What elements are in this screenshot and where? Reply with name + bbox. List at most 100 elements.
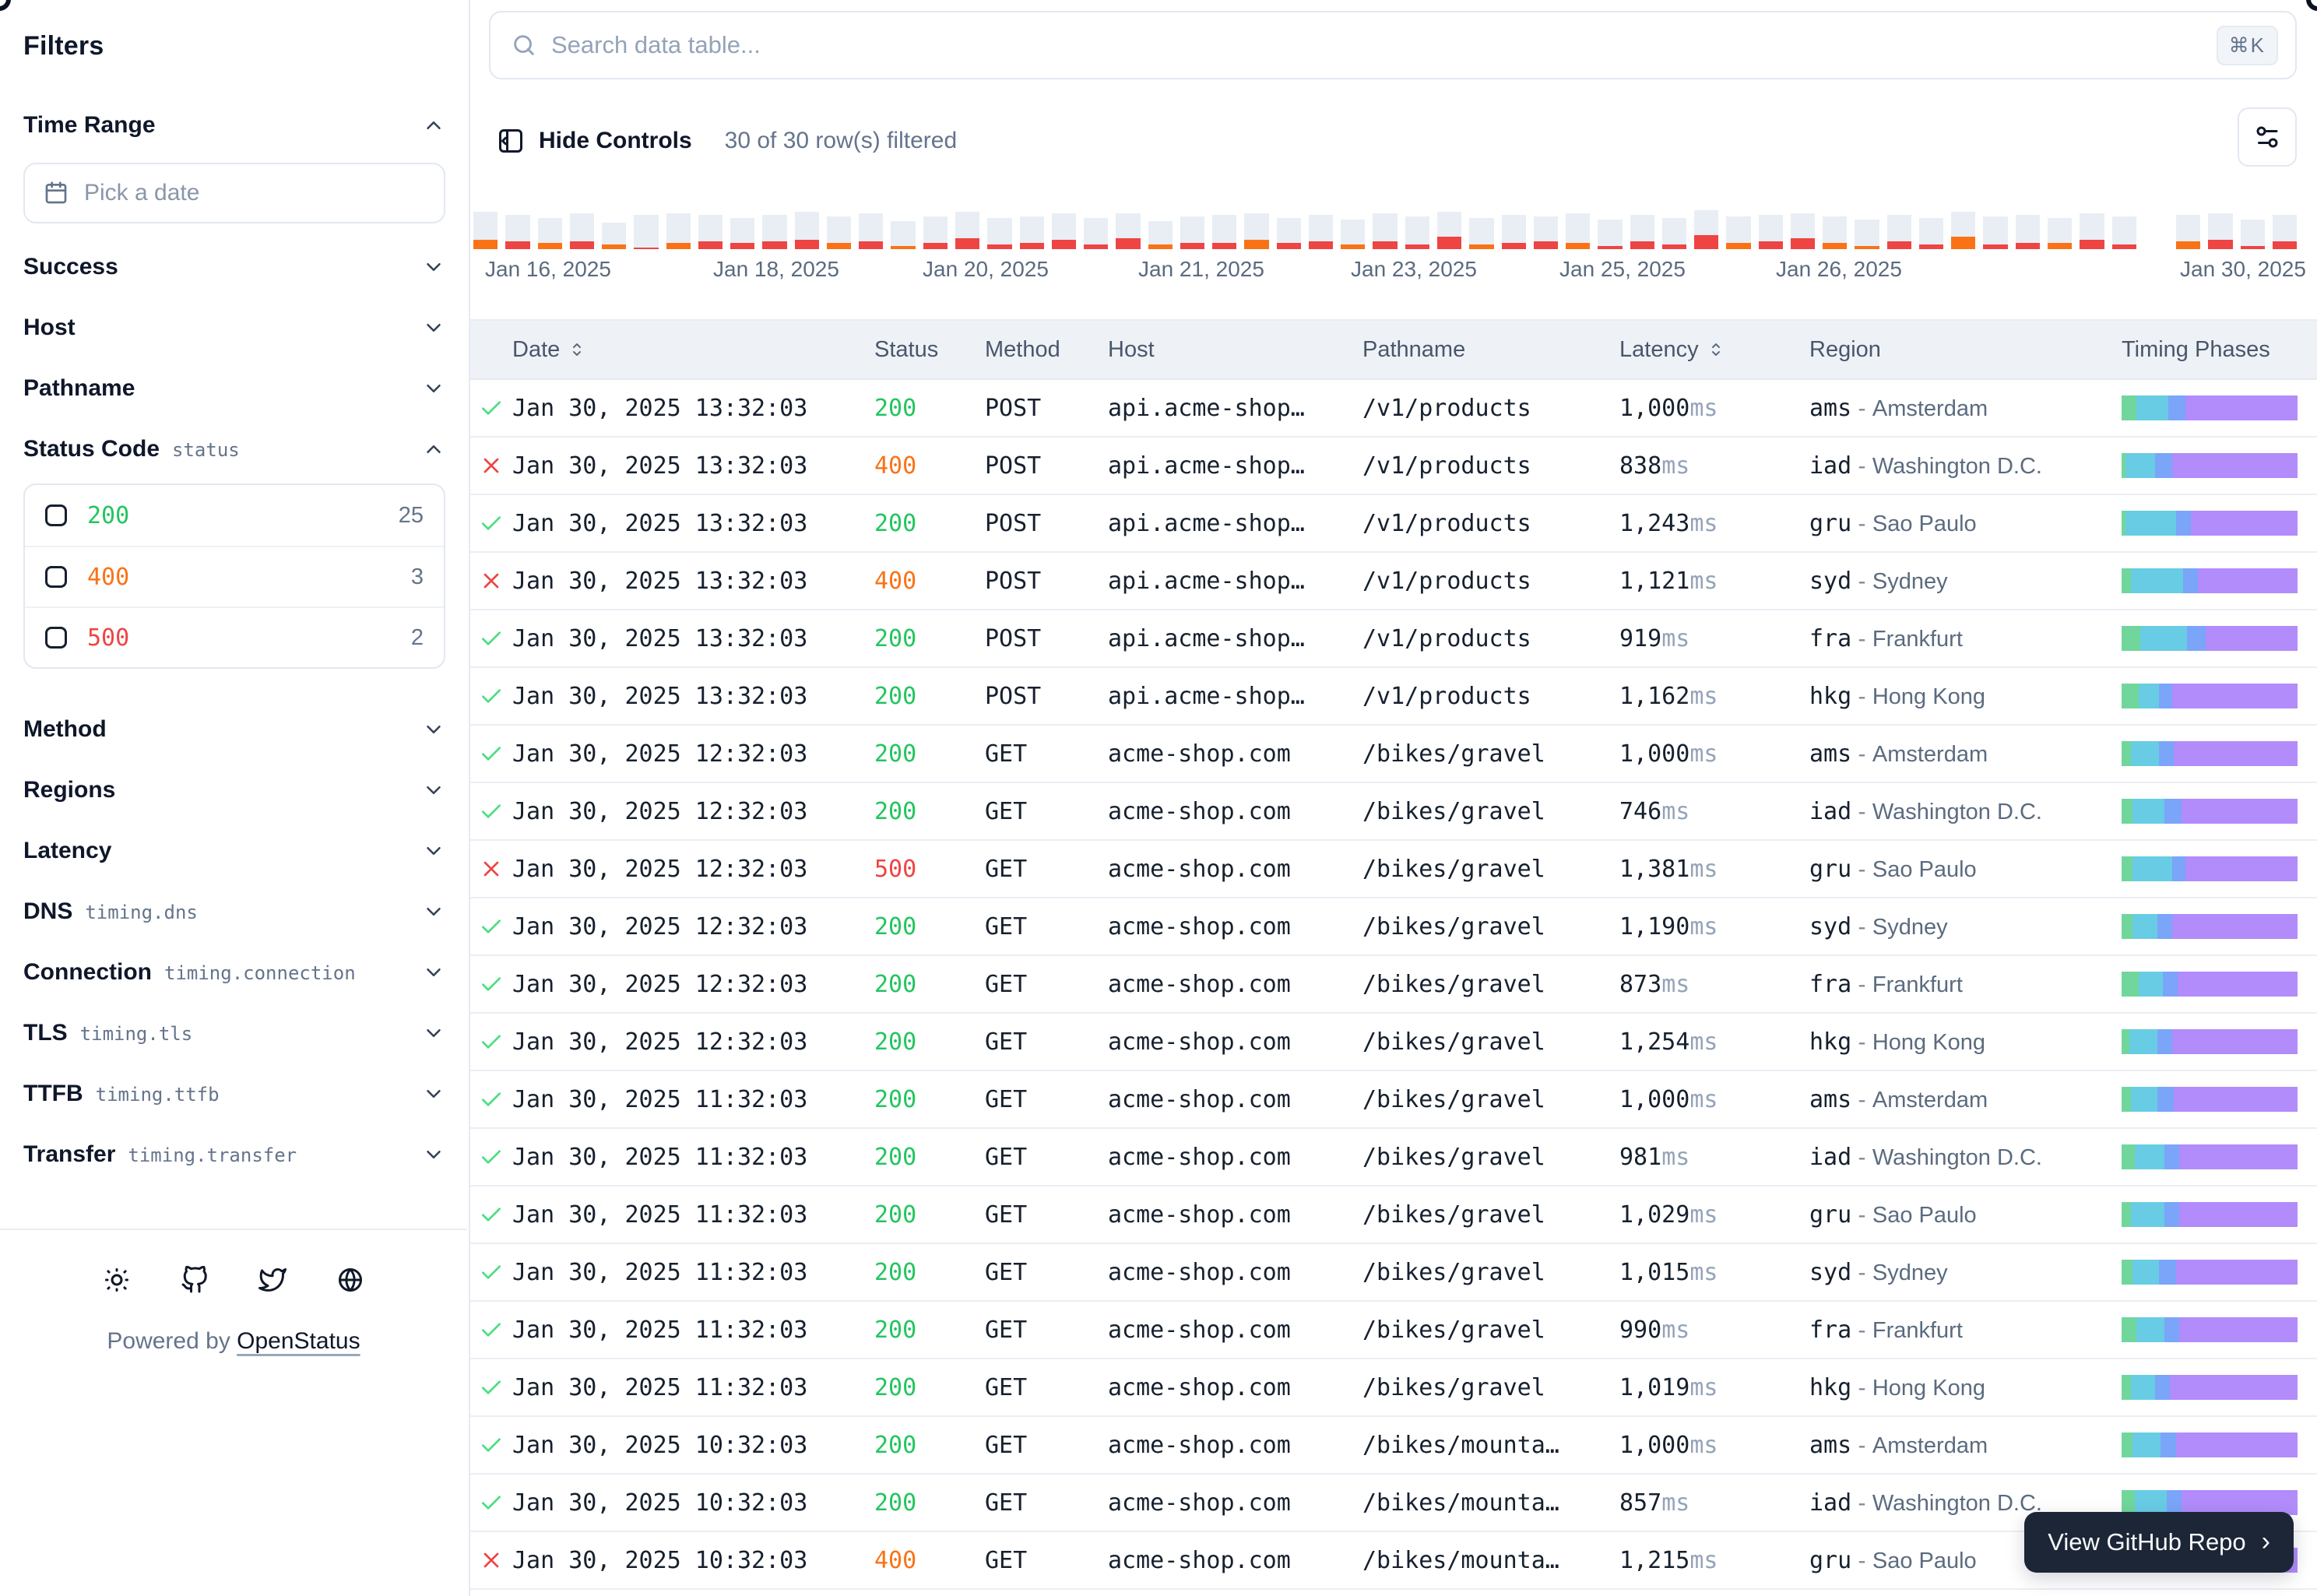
timeline-bar[interactable] bbox=[2080, 213, 2104, 249]
table-row[interactable]: Jan 30, 2025 13:32:03 200 POST api.acme-… bbox=[470, 668, 2317, 726]
timeline-bar[interactable] bbox=[1437, 212, 1461, 249]
timeline-bar[interactable] bbox=[666, 213, 691, 249]
timeline-bar[interactable] bbox=[1020, 216, 1044, 249]
timeline-bar[interactable] bbox=[1084, 218, 1108, 249]
timeline-bar[interactable] bbox=[1180, 216, 1204, 249]
timeline-bar[interactable] bbox=[2208, 213, 2232, 249]
timeline-bar[interactable] bbox=[762, 215, 786, 249]
filter-section-status-code[interactable]: Status Code status bbox=[23, 432, 445, 466]
timeline-bar[interactable] bbox=[1148, 221, 1173, 249]
table-row[interactable]: Jan 30, 2025 10:32:03 200 GET acme-shop.… bbox=[470, 1417, 2317, 1475]
openstatus-link[interactable]: OpenStatus bbox=[237, 1328, 360, 1354]
filter-section[interactable]: Regions bbox=[23, 773, 445, 807]
table-row[interactable]: Jan 30, 2025 12:32:03 200 GET acme-shop.… bbox=[470, 1014, 2317, 1071]
timeline-bar[interactable] bbox=[1052, 213, 1076, 249]
timeline-bar[interactable] bbox=[1469, 218, 1493, 249]
table-row[interactable]: Jan 30, 2025 12:32:03 200 GET acme-shop.… bbox=[470, 726, 2317, 783]
filter-section[interactable]: Method bbox=[23, 712, 445, 747]
timeline-bar[interactable] bbox=[1341, 220, 1365, 249]
theme-toggle-sun-icon[interactable] bbox=[103, 1266, 131, 1294]
filter-section[interactable]: TTFB timing.ttfb bbox=[23, 1077, 445, 1111]
table-column-header[interactable]: Date bbox=[512, 337, 874, 363]
timeline-bar[interactable] bbox=[1726, 216, 1750, 249]
timeline-bar[interactable] bbox=[1855, 220, 1879, 249]
timeline-bar[interactable] bbox=[987, 218, 1011, 249]
status-code-option[interactable]: 200 25 bbox=[25, 485, 444, 546]
table-row[interactable]: Jan 30, 2025 12:32:03 200 GET acme-shop.… bbox=[470, 956, 2317, 1014]
timeline-bar[interactable] bbox=[1534, 216, 1558, 249]
filter-section[interactable]: Host bbox=[23, 311, 445, 345]
view-settings-button[interactable] bbox=[2238, 107, 2297, 167]
timeline-bar[interactable] bbox=[1116, 213, 1140, 249]
timeline-bar[interactable] bbox=[1502, 215, 1526, 249]
filter-section[interactable]: Success bbox=[23, 250, 445, 284]
table-row[interactable]: Jan 30, 2025 13:32:03 400 POST api.acme-… bbox=[470, 438, 2317, 495]
timeline-bar[interactable] bbox=[1919, 218, 1943, 249]
timeline-bar[interactable] bbox=[1759, 215, 1783, 249]
table-row[interactable]: Jan 30, 2025 11:32:03 200 GET acme-shop.… bbox=[470, 1302, 2317, 1359]
filter-section[interactable]: Connection timing.connection bbox=[23, 955, 445, 990]
view-github-repo-button[interactable]: View GitHub Repo › bbox=[2024, 1512, 2294, 1573]
filter-section[interactable]: Pathname bbox=[23, 371, 445, 406]
table-row[interactable]: Jan 30, 2025 13:32:03 200 POST api.acme-… bbox=[470, 610, 2317, 668]
timeline-bar[interactable] bbox=[634, 215, 658, 249]
checkbox[interactable] bbox=[45, 627, 67, 649]
timeline-bar[interactable] bbox=[505, 215, 529, 249]
filter-section[interactable]: DNS timing.dns bbox=[23, 895, 445, 929]
search-input[interactable] bbox=[551, 31, 2203, 59]
timeline-bar[interactable] bbox=[955, 212, 979, 249]
timeline-bar[interactable] bbox=[1887, 215, 1911, 249]
timeline-bar[interactable] bbox=[698, 215, 723, 249]
timeline-bar[interactable] bbox=[891, 221, 915, 249]
twitter-icon[interactable] bbox=[258, 1266, 287, 1294]
table-row[interactable]: Jan 30, 2025 11:32:03 200 GET acme-shop.… bbox=[470, 1071, 2317, 1129]
timeline-bar[interactable] bbox=[2273, 215, 2297, 249]
timeline-bar[interactable] bbox=[473, 212, 498, 249]
filter-section[interactable]: Latency bbox=[23, 834, 445, 868]
checkbox[interactable] bbox=[45, 504, 67, 526]
github-icon[interactable] bbox=[181, 1266, 209, 1294]
table-row[interactable]: Jan 30, 2025 12:32:03 500 GET acme-shop.… bbox=[470, 841, 2317, 898]
table-row[interactable]: Jan 30, 2025 11:32:03 200 GET acme-shop.… bbox=[470, 1244, 2317, 1302]
table-row[interactable]: Jan 30, 2025 11:32:03 200 GET acme-shop.… bbox=[470, 1359, 2317, 1417]
filter-section-time-range[interactable]: Time Range bbox=[23, 108, 445, 142]
filter-section[interactable]: Transfer timing.transfer bbox=[23, 1137, 445, 1172]
timeline-bar[interactable] bbox=[1791, 213, 1815, 249]
timeline-bar[interactable] bbox=[795, 212, 819, 249]
timeline-bar[interactable] bbox=[1823, 216, 1847, 249]
timeline-bar[interactable] bbox=[730, 218, 754, 249]
globe-icon[interactable] bbox=[336, 1266, 364, 1294]
timeline-bar[interactable] bbox=[1244, 213, 1268, 249]
timeline-bar[interactable] bbox=[1373, 213, 1397, 249]
timeline-bar[interactable] bbox=[1405, 216, 1429, 249]
timeline-bar[interactable] bbox=[1309, 215, 1333, 249]
timeline-bar[interactable] bbox=[1212, 215, 1236, 249]
timeline-bar[interactable] bbox=[1694, 210, 1718, 249]
timeline-bar[interactable] bbox=[1598, 220, 1622, 249]
timeline-bar[interactable] bbox=[1277, 218, 1301, 249]
timeline-bar[interactable] bbox=[2016, 215, 2040, 249]
table-row[interactable]: Jan 30, 2025 13:32:03 200 POST api.acme-… bbox=[470, 380, 2317, 438]
timeline-bar[interactable] bbox=[1630, 215, 1654, 249]
timeline-bar[interactable] bbox=[2112, 216, 2136, 249]
timeline-bar[interactable] bbox=[2176, 215, 2200, 249]
date-picker-button[interactable]: Pick a date bbox=[23, 163, 445, 223]
table-row[interactable]: Jan 30, 2025 12:32:03 200 GET acme-shop.… bbox=[470, 783, 2317, 841]
table-column-header[interactable]: Latency bbox=[1619, 337, 1809, 363]
timeline-bar[interactable] bbox=[570, 213, 594, 249]
filter-section[interactable]: TLS timing.tls bbox=[23, 1016, 445, 1050]
timeline-bar[interactable] bbox=[1662, 218, 1686, 249]
timeline-bar[interactable] bbox=[923, 216, 948, 249]
timeline-bar[interactable] bbox=[602, 223, 626, 249]
table-row[interactable]: Jan 30, 2025 13:32:03 400 POST api.acme-… bbox=[470, 553, 2317, 610]
timeline-bar[interactable] bbox=[1983, 216, 2007, 249]
timeline-bar[interactable] bbox=[827, 216, 851, 249]
timeline-bar[interactable] bbox=[1951, 212, 1975, 249]
checkbox[interactable] bbox=[45, 566, 67, 588]
status-code-option[interactable]: 400 3 bbox=[25, 546, 444, 606]
table-row[interactable]: Jan 30, 2025 12:32:03 200 GET acme-shop.… bbox=[470, 898, 2317, 956]
timeline-bar[interactable] bbox=[2048, 218, 2072, 249]
status-code-option[interactable]: 500 2 bbox=[25, 606, 444, 667]
timeline-bar[interactable] bbox=[1566, 213, 1590, 249]
table-row[interactable]: Jan 30, 2025 13:32:03 200 POST api.acme-… bbox=[470, 495, 2317, 553]
